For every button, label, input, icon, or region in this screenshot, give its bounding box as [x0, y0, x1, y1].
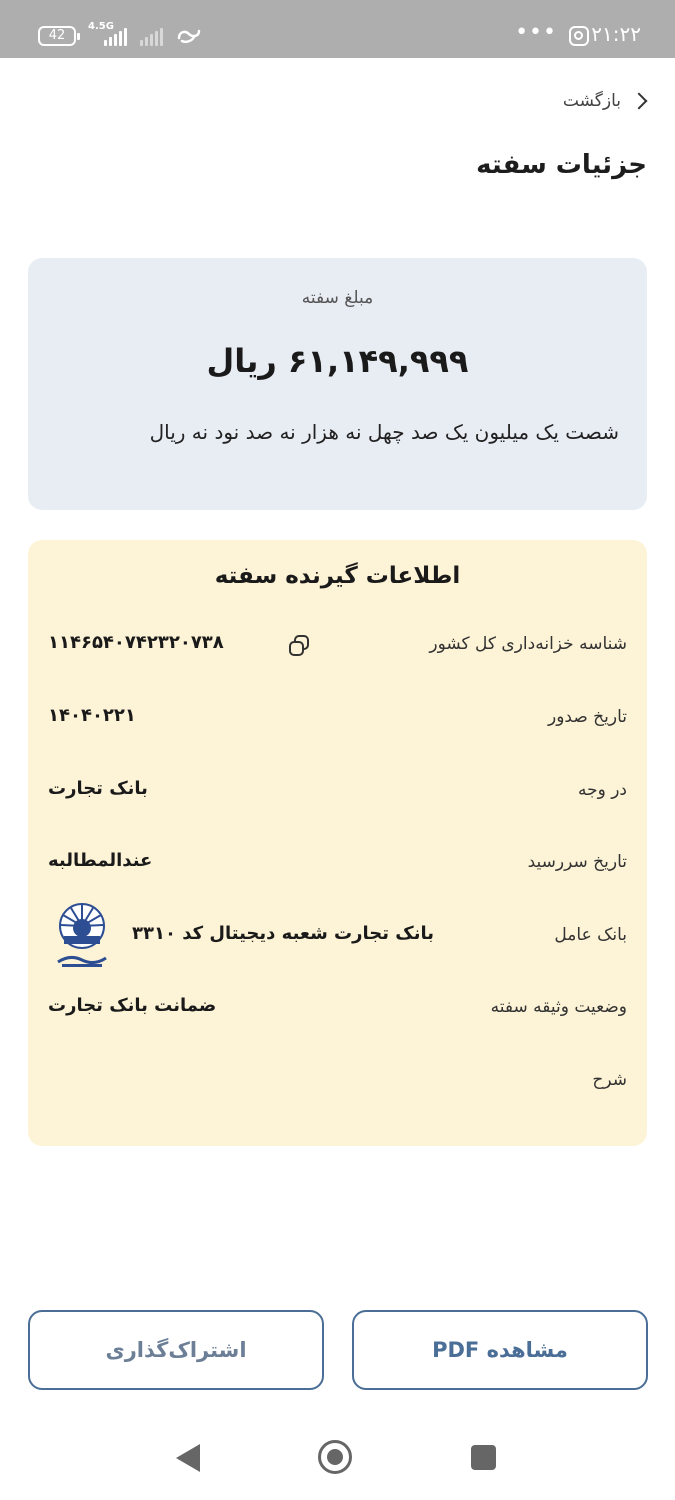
bank-tejarat-logo	[57, 903, 107, 967]
nav-recents-icon[interactable]	[471, 1445, 496, 1470]
view-pdf-button[interactable]: مشاهده PDF	[352, 1310, 648, 1390]
treasury-id-label: شناسه خزانه‌داری کل کشور	[429, 634, 627, 654]
issue-date-value: ۱۴۰۴۰۲۲۱	[48, 705, 136, 726]
chevron-left-icon	[630, 92, 648, 110]
battery-icon: 42	[38, 26, 80, 46]
share-button[interactable]: اشتراک‌گذاری	[28, 1310, 324, 1390]
amount-value: ۶۱,۱۴۹,۹۹۹ ریال	[206, 342, 469, 380]
agent-bank-label: بانک عامل	[554, 925, 627, 945]
copy-icon[interactable]	[287, 634, 311, 658]
signal-icon-secondary	[140, 28, 163, 46]
description-label: شرح	[592, 1070, 627, 1090]
link-icon	[177, 29, 201, 44]
collateral-status-value: ضمانت بانک تجارت	[48, 995, 217, 1016]
due-date-label: تاریخ سررسید	[527, 852, 627, 872]
signal-icon	[104, 28, 127, 46]
instagram-icon	[569, 26, 589, 46]
amount-in-words: شصت یک میلیون یک صد چهل نه هزار نه صد نو…	[149, 420, 619, 444]
due-date-value: عندالمطالبه	[48, 850, 153, 871]
collateral-status-label: وضعیت وثیقه سفته	[490, 997, 627, 1017]
overflow-dots: •••	[515, 20, 557, 45]
amount-label: مبلغ سفته	[301, 288, 374, 308]
back-label: بازگشت	[562, 91, 621, 111]
clock: ۲۱:۲۲	[591, 22, 641, 46]
nav-home-icon[interactable]	[318, 1440, 352, 1474]
agent-bank-value: بانک تجارت شعبه دیجیتال کد ۳۳۱۰	[132, 923, 434, 944]
nav-back-icon[interactable]	[176, 1444, 200, 1472]
page-title: جزئیات سفته	[476, 150, 647, 180]
issue-date-label: تاریخ صدور	[547, 707, 627, 727]
recipient-info-title: اطلاعات گیرنده سفته	[214, 563, 461, 589]
treasury-id-value: ۱۱۴۶۵۴۰۷۴۲۳۲۰۷۳۸	[48, 632, 224, 653]
recipient-info-card	[28, 540, 647, 1146]
payee-value: بانک تجارت	[48, 778, 148, 799]
back-button[interactable]: بازگشت	[562, 91, 648, 111]
payee-label: در وجه	[577, 780, 627, 800]
status-bar: 42 4.5G ••• ۲۱:۲۲	[0, 0, 675, 58]
